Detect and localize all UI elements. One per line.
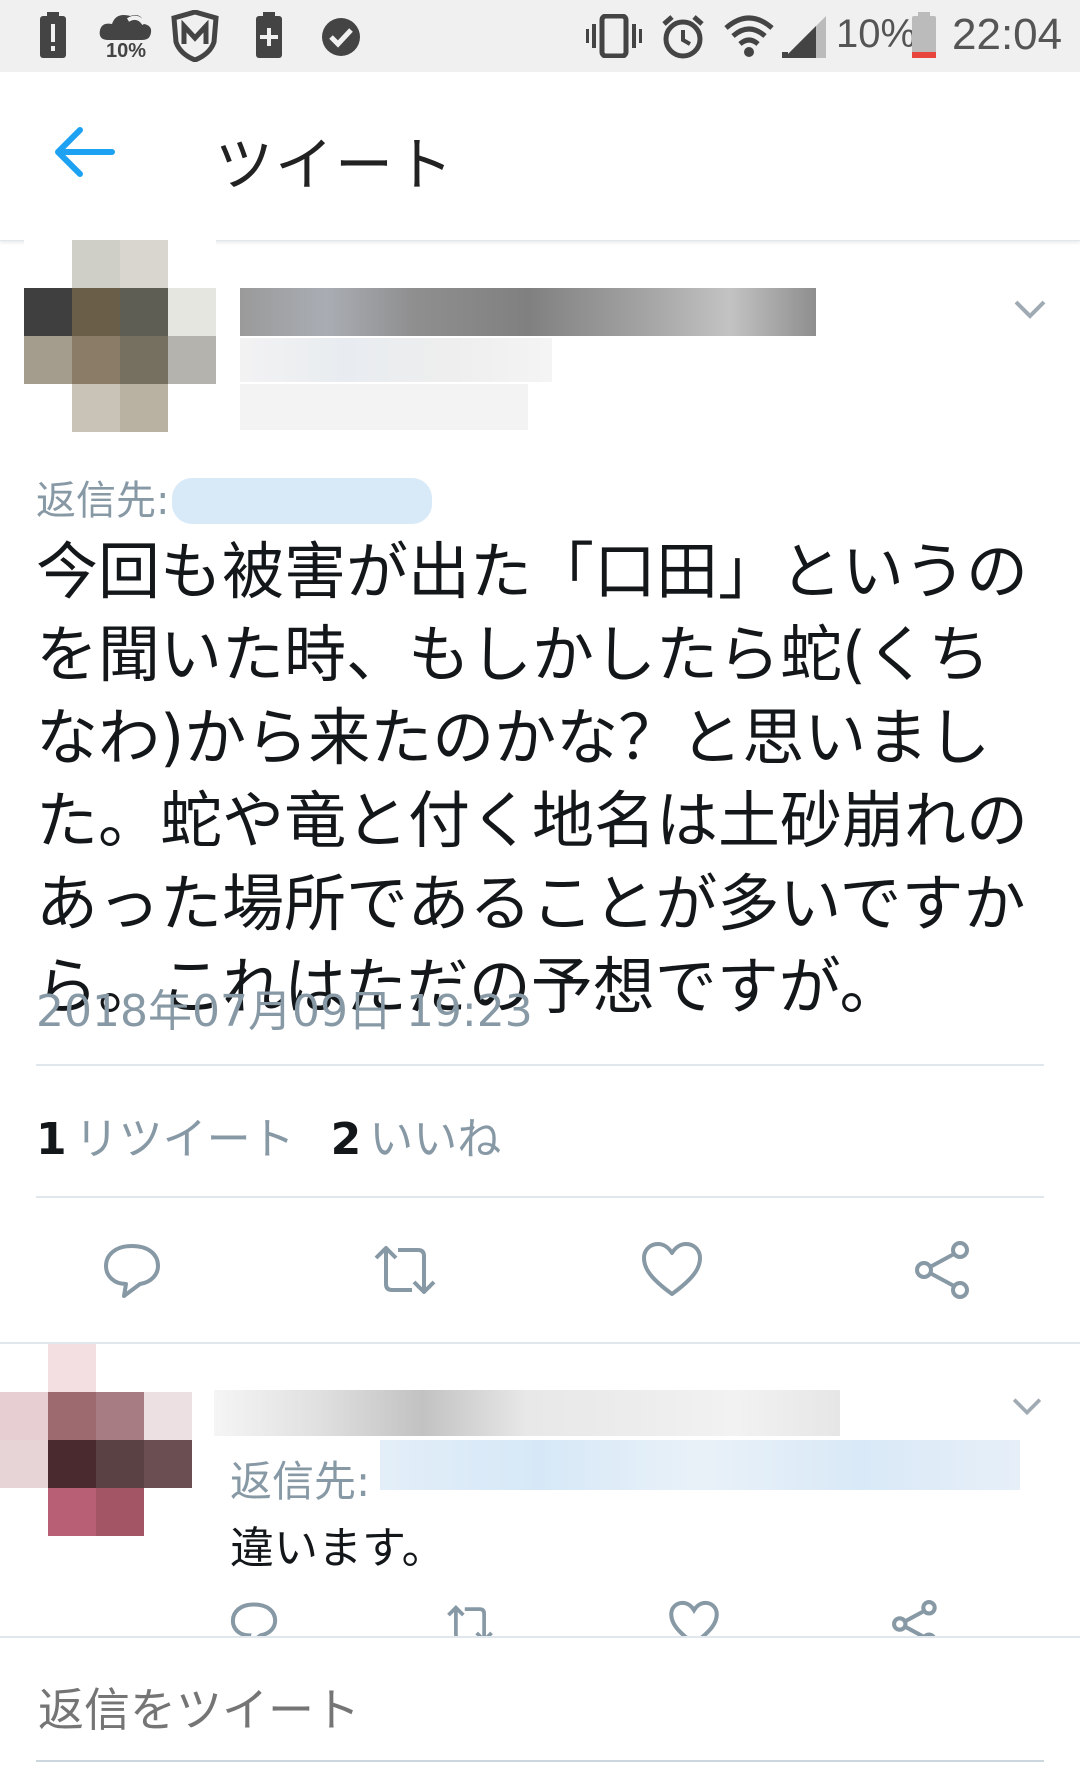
share-icon (915, 1241, 969, 1299)
divider (36, 1064, 1044, 1066)
tweet-text: 今回も被害が出た「口田」というのを聞いた時、もしかしたら蛇(くちなわ)から来たの… (36, 535, 1029, 1023)
reply-input[interactable] (36, 1682, 1040, 1738)
like-count[interactable]: 2 (331, 1114, 362, 1165)
battery-icon (912, 12, 936, 58)
engagement-stats: 1 リツイート 2 いいね (36, 1103, 537, 1167)
reply-button[interactable] (100, 1240, 170, 1300)
share-button[interactable] (912, 1240, 982, 1300)
author-meta-redacted (240, 384, 528, 430)
avatar[interactable] (24, 240, 216, 432)
reply-to-handle-redacted[interactable] (172, 478, 432, 524)
author-name-redacted (240, 288, 816, 336)
reply-to-handle-redacted[interactable] (380, 1440, 1020, 1490)
wifi-icon (724, 15, 774, 57)
retweet-button[interactable] (370, 1240, 440, 1300)
chevron-down-icon[interactable] (1012, 298, 1048, 322)
page-title: ツイート (215, 131, 456, 199)
shield-icon (171, 10, 219, 62)
retweet-icon[interactable] (444, 1598, 496, 1638)
app-header: ツイート (0, 72, 1080, 241)
like-label[interactable]: いいね (369, 1114, 501, 1165)
reply-text: 違います。 (230, 1523, 446, 1574)
reply-avatar[interactable] (0, 1344, 192, 1536)
tweet-actions (0, 1240, 1080, 1300)
alert-icon (40, 12, 66, 58)
back-button[interactable] (50, 122, 130, 192)
author-handle-redacted (240, 338, 552, 382)
battery-plus-icon (256, 12, 282, 58)
alarm-icon (662, 15, 704, 59)
divider (36, 1196, 1044, 1198)
reply-actions (0, 1598, 1080, 1638)
signal-icon (782, 16, 826, 58)
clock: 22:04 (952, 10, 1063, 59)
status-bar: 10% 10% 22:04 (0, 0, 1080, 72)
vibrate-icon (586, 14, 642, 58)
share-icon[interactable] (890, 1598, 942, 1638)
check-circle-icon (322, 18, 360, 56)
compose-bar (0, 1636, 1080, 1774)
retweet-label[interactable]: リツイート (75, 1114, 295, 1165)
retweet-icon (374, 1246, 436, 1294)
reply-icon (104, 1244, 160, 1298)
reply-to-label: 返信先: (230, 1457, 371, 1506)
like-icon[interactable] (668, 1598, 720, 1638)
reply-author-redacted (214, 1390, 840, 1436)
input-underline (36, 1760, 1044, 1762)
chevron-down-icon[interactable] (1010, 1396, 1044, 1418)
like-icon (642, 1242, 702, 1296)
cloud-percent-label: 10% (106, 40, 147, 62)
battery-percent: 10% (836, 12, 917, 56)
retweet-count[interactable]: 1 (36, 1114, 67, 1165)
arrow-left-icon (55, 127, 115, 177)
tweet-timestamp[interactable]: 2018年07月09日 19:23 (36, 975, 533, 1039)
reply-to-label: 返信先: (36, 478, 170, 524)
cloud-icon (99, 15, 152, 40)
like-button[interactable] (640, 1240, 710, 1300)
reply-icon[interactable] (228, 1598, 280, 1638)
